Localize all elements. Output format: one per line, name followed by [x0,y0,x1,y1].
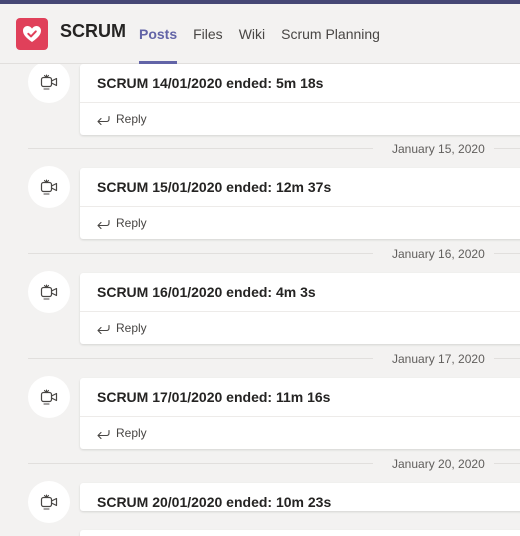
meeting-avatar [28,166,70,208]
date-separator: January 17, 2020 [28,352,520,366]
reply-label: Reply [116,111,147,126]
date-separator: January 20, 2020 [28,457,520,471]
post-card [80,530,520,536]
post-card: SCRUM 16/01/2020 ended: 4m 3s Reply [80,273,520,344]
reply-label: Reply [116,320,147,335]
meeting-video-icon [40,389,58,405]
tab-scrum-planning[interactable]: Scrum Planning [281,4,380,64]
post-message: SCRUM 17/01/2020 ended: 11m 16s [80,378,520,417]
heart-check-icon [23,26,41,42]
date-separator: January 15, 2020 [28,142,520,156]
meeting-avatar [28,481,70,523]
reply-arrow-icon [97,115,110,125]
tab-files[interactable]: Files [193,4,223,64]
team-avatar[interactable] [16,18,48,50]
meeting-avatar [28,271,70,313]
meeting-video-icon [40,179,58,195]
posts-feed[interactable]: SCRUM 14/01/2020 ended: 5m 18s Reply Jan… [0,64,520,536]
team-name: SCRUM [60,21,126,41]
reply-button[interactable]: Reply [80,312,520,344]
meeting-video-icon [40,74,58,90]
reply-arrow-icon [97,324,110,334]
post-message: SCRUM 15/01/2020 ended: 12m 37s [80,168,520,207]
reply-button[interactable]: Reply [80,417,520,449]
post-card: SCRUM 20/01/2020 ended: 10m 23s [80,483,520,511]
tab-wiki[interactable]: Wiki [239,4,265,64]
reply-label: Reply [116,215,147,230]
post-message: SCRUM 20/01/2020 ended: 10m 23s [97,494,332,510]
meeting-avatar [28,376,70,418]
reply-arrow-icon [97,429,110,439]
reply-arrow-icon [97,219,110,229]
reply-button[interactable]: Reply [80,207,520,239]
date-label: January 16, 2020 [392,247,485,261]
date-label: January 17, 2020 [392,352,485,366]
date-label: January 15, 2020 [392,142,485,156]
reply-label: Reply [116,425,147,440]
reply-button[interactable]: Reply [80,103,520,135]
tab-posts[interactable]: Posts [139,4,178,64]
post-card: SCRUM 15/01/2020 ended: 12m 37s Reply [80,168,520,239]
post-card: SCRUM 17/01/2020 ended: 11m 16s Reply [80,378,520,449]
post-message: SCRUM 16/01/2020 ended: 4m 3s [80,273,520,312]
meeting-video-icon [40,494,58,510]
post-message: SCRUM 14/01/2020 ended: 5m 18s [80,64,520,103]
meeting-video-icon [40,284,58,300]
date-label: January 20, 2020 [392,457,485,471]
channel-header: SCRUM Posts Files Wiki Scrum Planning [0,4,520,64]
date-separator: January 16, 2020 [28,247,520,261]
post-card: SCRUM 14/01/2020 ended: 5m 18s Reply [80,64,520,135]
meeting-avatar [28,64,70,103]
channel-tabs: Posts Files Wiki Scrum Planning [139,4,396,64]
